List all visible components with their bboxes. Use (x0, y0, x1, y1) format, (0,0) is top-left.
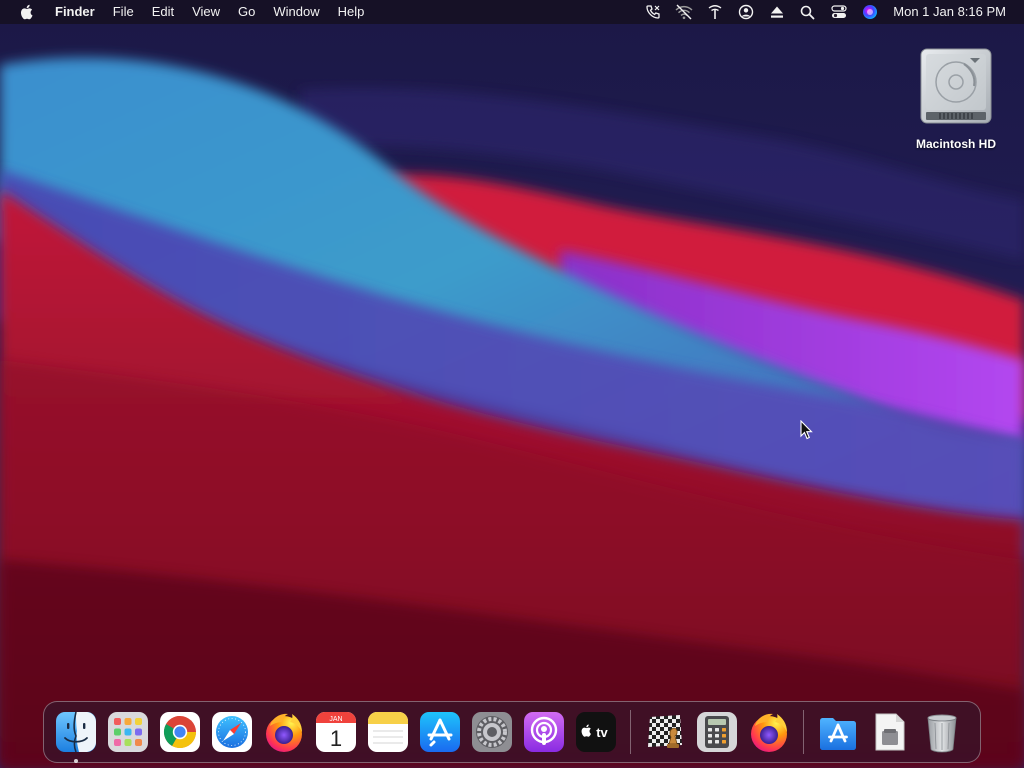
dock-item-calendar[interactable]: JAN 1 (314, 710, 358, 754)
dock-item-chess[interactable] (643, 710, 687, 754)
dock-item-app-store[interactable] (418, 710, 462, 754)
notes-icon (368, 712, 408, 752)
menu-help[interactable]: Help (329, 0, 374, 24)
calendar-month: JAN (329, 716, 342, 723)
firefox-icon (751, 713, 787, 752)
dock-item-safari[interactable] (210, 710, 254, 754)
dock-item-finder[interactable] (54, 710, 98, 763)
apple-tv-icon: tv (576, 712, 616, 752)
chess-icon (648, 715, 682, 748)
calendar-icon: JAN 1 (316, 712, 356, 752)
firefox-icon (266, 713, 302, 752)
dock-item-applications[interactable] (816, 710, 860, 754)
siri-icon[interactable] (854, 0, 885, 24)
menu-bar: Finder File Edit View Go Window Help Mon… (0, 0, 1024, 24)
dock-item-google-chrome[interactable] (158, 710, 202, 754)
mouse-cursor-icon (800, 419, 814, 440)
dock: JAN 1 tv (43, 701, 981, 763)
phone-icon[interactable] (637, 0, 668, 24)
antenna-icon[interactable] (699, 0, 730, 24)
system-preferences-icon (472, 712, 512, 752)
dock-item-launchpad[interactable] (106, 710, 150, 754)
desktop-icon-label: Macintosh HD (915, 137, 996, 151)
menu-bar-left: Finder File Edit View Go Window Help (12, 0, 373, 24)
safari-icon (212, 712, 252, 752)
hard-drive-icon (918, 46, 994, 131)
dock-item-system-preferences[interactable] (470, 710, 514, 754)
menu-window[interactable]: Window (264, 0, 328, 24)
dock-separator (803, 710, 804, 754)
apple-tv-label: tv (596, 725, 608, 740)
menu-bar-status-area: Mon 1 Jan 8:16 PM (637, 0, 1016, 24)
eject-icon[interactable] (761, 0, 792, 24)
podcasts-icon (524, 712, 564, 752)
dock-item-apple-tv[interactable]: tv (574, 710, 618, 754)
dock-item-firefox[interactable] (262, 710, 306, 754)
control-center-icon[interactable] (823, 0, 854, 24)
dock-item-document[interactable] (868, 710, 912, 754)
user-icon[interactable] (730, 0, 761, 24)
menu-view[interactable]: View (183, 0, 229, 24)
menu-bar-clock[interactable]: Mon 1 Jan 8:16 PM (885, 0, 1016, 24)
search-icon[interactable] (792, 0, 823, 24)
desktop-icon-macintosh-hd[interactable]: Macintosh HD (900, 46, 1012, 151)
dock-item-calculator[interactable] (695, 710, 739, 754)
calculator-icon (697, 712, 737, 752)
calendar-day: 1 (330, 726, 342, 751)
dock-separator (630, 710, 631, 754)
launchpad-icon (108, 712, 148, 752)
dock-item-podcasts[interactable] (522, 710, 566, 754)
chrome-icon (160, 712, 200, 752)
apple-logo-icon[interactable] (12, 0, 40, 24)
dock-item-trash[interactable] (920, 710, 964, 754)
running-indicator (74, 759, 78, 763)
applications-folder-icon (820, 718, 856, 750)
dock-item-firefox-recent[interactable] (747, 710, 791, 754)
trash-icon (927, 714, 957, 753)
wifi-off-icon[interactable] (668, 0, 699, 24)
desktop-wallpaper (0, 0, 1024, 768)
menu-go[interactable]: Go (229, 0, 264, 24)
document-icon (875, 713, 905, 751)
finder-icon (56, 711, 96, 753)
dock-item-notes[interactable] (366, 710, 410, 754)
menu-app-name[interactable]: Finder (46, 0, 104, 24)
menu-edit[interactable]: Edit (143, 0, 183, 24)
menu-file[interactable]: File (104, 0, 143, 24)
app-store-icon (420, 712, 460, 752)
